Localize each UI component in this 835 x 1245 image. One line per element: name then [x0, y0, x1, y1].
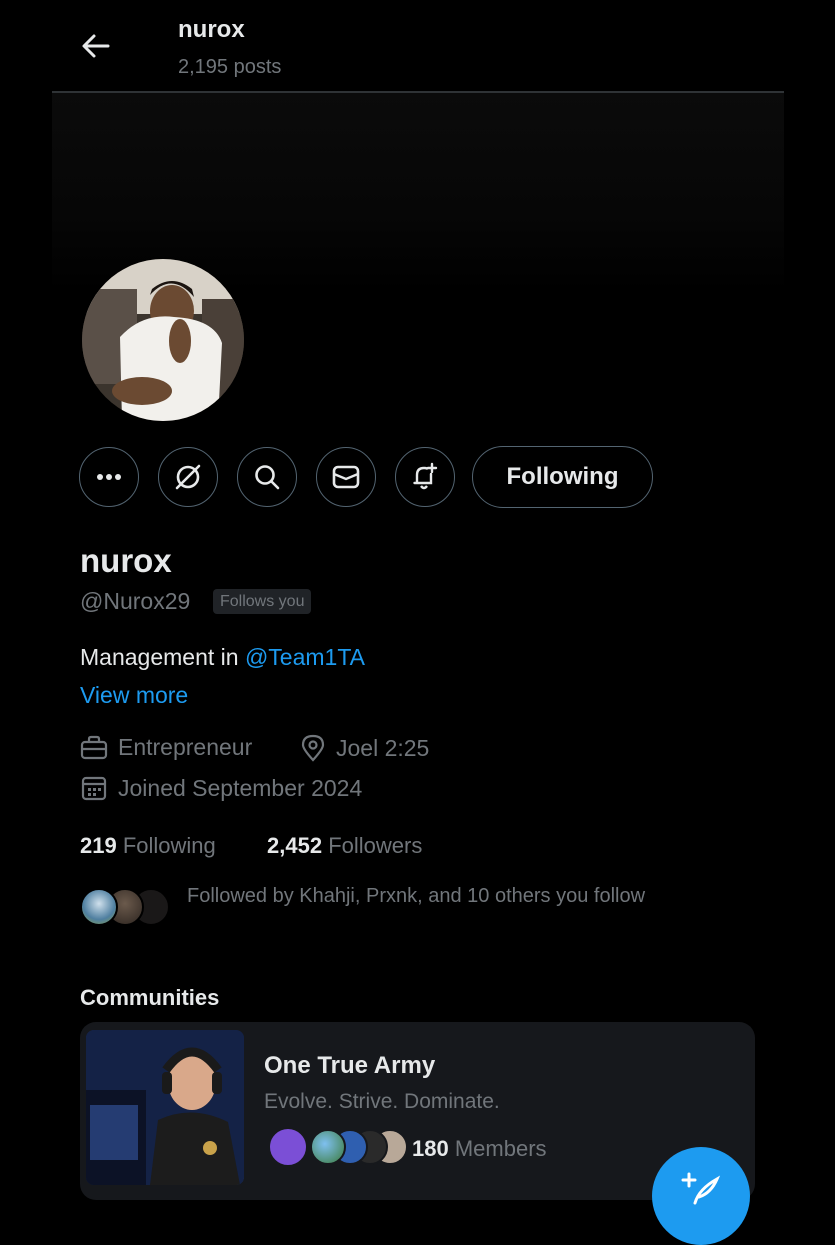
calendar-icon	[81, 776, 107, 801]
category-text: Entrepreneur	[118, 734, 253, 760]
bio-mention-link[interactable]: @Team1TA	[245, 644, 365, 670]
community-member-count: 180 Members	[412, 1136, 547, 1162]
briefcase-icon	[80, 735, 108, 759]
member-count: 180	[412, 1136, 449, 1161]
search-button[interactable]	[237, 447, 297, 507]
back-button[interactable]	[76, 26, 116, 66]
more-icon	[97, 474, 121, 480]
username: @Nurox29	[80, 588, 191, 614]
view-more-link[interactable]: View more	[80, 682, 188, 709]
avatar[interactable]	[82, 259, 244, 421]
communities-heading: Communities	[80, 985, 220, 1010]
followers-label: Followers	[328, 833, 423, 858]
notifications-button[interactable]	[395, 447, 455, 507]
back-arrow-icon	[82, 34, 110, 58]
grok-button[interactable]	[158, 447, 218, 507]
compose-button[interactable]	[652, 1147, 750, 1245]
joined-text: Joined September 2024	[118, 774, 363, 801]
following-button[interactable]: Following	[472, 446, 653, 508]
followers-count: 2,452	[267, 833, 323, 858]
following-count: 219	[80, 833, 117, 858]
profile-category: Entrepreneur	[80, 734, 252, 761]
following-stat[interactable]: 219 Following	[80, 833, 216, 859]
community-tagline: Evolve. Strive. Dominate.	[264, 1090, 500, 1113]
display-name: nurox	[80, 542, 172, 579]
avatar-photo	[82, 259, 244, 421]
profile-location: Joel 2:25	[300, 734, 429, 762]
follows-you-badge: Follows you	[213, 589, 312, 614]
location-text: Joel 2:25	[336, 734, 430, 761]
followed-by-text[interactable]: Followed by Khahji, Prxnk, and 10 others…	[187, 885, 645, 908]
grok-icon	[175, 464, 201, 490]
bio: Management in @Team1TA	[80, 644, 365, 671]
bio-text: Management in	[80, 644, 245, 670]
more-button[interactable]	[79, 447, 139, 507]
mail-icon	[332, 465, 360, 489]
header-title: nurox	[178, 16, 245, 43]
community-name: One True Army	[264, 1052, 436, 1079]
post-count: 2,195 posts	[178, 56, 282, 78]
message-button[interactable]	[316, 447, 376, 507]
followers-stat[interactable]: 2,452 Followers	[267, 833, 422, 859]
community-image	[86, 1030, 244, 1185]
following-label: Following	[122, 833, 216, 858]
member-label: Members	[454, 1136, 547, 1161]
avatar	[268, 1127, 308, 1167]
location-pin-icon	[301, 734, 325, 762]
avatar	[80, 888, 118, 926]
avatar	[310, 1129, 346, 1165]
notification-bell-icon	[413, 462, 438, 490]
profile-joined: Joined September 2024	[80, 774, 362, 802]
search-icon	[255, 465, 280, 490]
